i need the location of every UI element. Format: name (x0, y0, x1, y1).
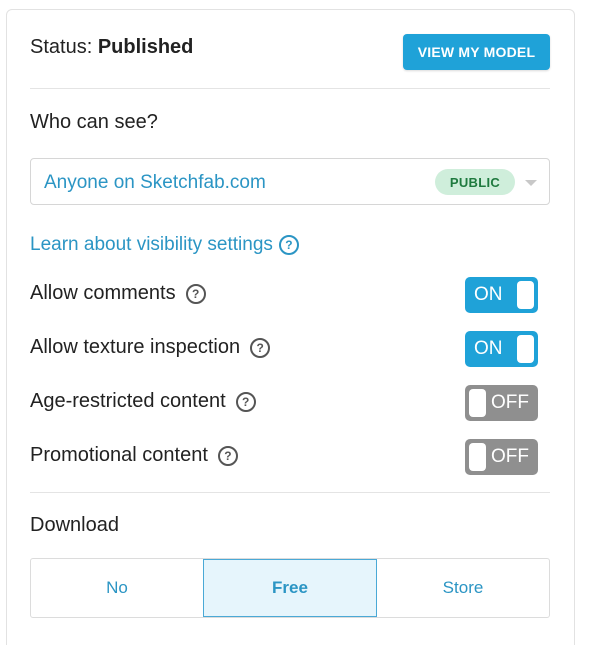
allow-texture-inspection-toggle[interactable]: ON (465, 331, 538, 367)
option-allow-comments: Allow comments ? ON (30, 277, 550, 313)
option-label: Promotional content (30, 444, 208, 466)
toggle-state: OFF (491, 392, 529, 413)
download-option-no[interactable]: No (31, 559, 203, 617)
help-icon[interactable]: ? (185, 283, 206, 304)
help-icon[interactable]: ? (250, 337, 271, 358)
status-value: Published (97, 36, 194, 58)
help-icon[interactable]: ? (235, 391, 256, 412)
visibility-selected-value: Anyone on Sketchfab.com (44, 172, 266, 193)
option-label: Allow comments (30, 282, 176, 304)
download-options: No Free Store (30, 558, 550, 618)
toggle-knob (517, 281, 534, 309)
learn-visibility-link[interactable]: Learn about visibility settings ? (30, 234, 299, 256)
status-label: Status: (30, 36, 93, 58)
visibility-title: Who can see? (30, 111, 158, 133)
option-label: Allow texture inspection (30, 336, 241, 358)
status-line: Status: Published (30, 36, 193, 59)
visibility-select[interactable]: Anyone on Sketchfab.com PUBLIC (30, 158, 550, 205)
model-settings-panel (6, 9, 575, 645)
public-badge: PUBLIC (435, 169, 515, 195)
toggle-knob (469, 443, 486, 471)
toggle-state: ON (474, 284, 503, 305)
view-my-model-button[interactable]: VIEW MY MODEL (403, 34, 550, 70)
promotional-content-toggle[interactable]: OFF (465, 439, 538, 475)
allow-comments-toggle[interactable]: ON (465, 277, 538, 313)
toggle-state: OFF (491, 446, 529, 467)
chevron-down-icon[interactable] (525, 180, 537, 186)
learn-link-text[interactable]: Learn about visibility settings (30, 234, 273, 256)
download-option-free[interactable]: Free (203, 559, 377, 617)
option-promotional-content: Promotional content ? OFF (30, 439, 550, 475)
option-label: Age-restricted content (30, 390, 226, 412)
download-option-store[interactable]: Store (377, 559, 549, 617)
help-icon[interactable]: ? (278, 235, 299, 255)
option-allow-texture-inspection: Allow texture inspection ? ON (30, 331, 550, 367)
help-icon[interactable]: ? (217, 445, 238, 466)
divider (30, 492, 550, 493)
toggle-state: ON (474, 338, 503, 359)
option-age-restricted: Age-restricted content ? OFF (30, 385, 550, 421)
toggle-knob (469, 389, 486, 417)
age-restricted-toggle[interactable]: OFF (465, 385, 538, 421)
download-title: Download (30, 514, 119, 536)
divider (30, 88, 550, 89)
toggle-knob (517, 335, 534, 363)
